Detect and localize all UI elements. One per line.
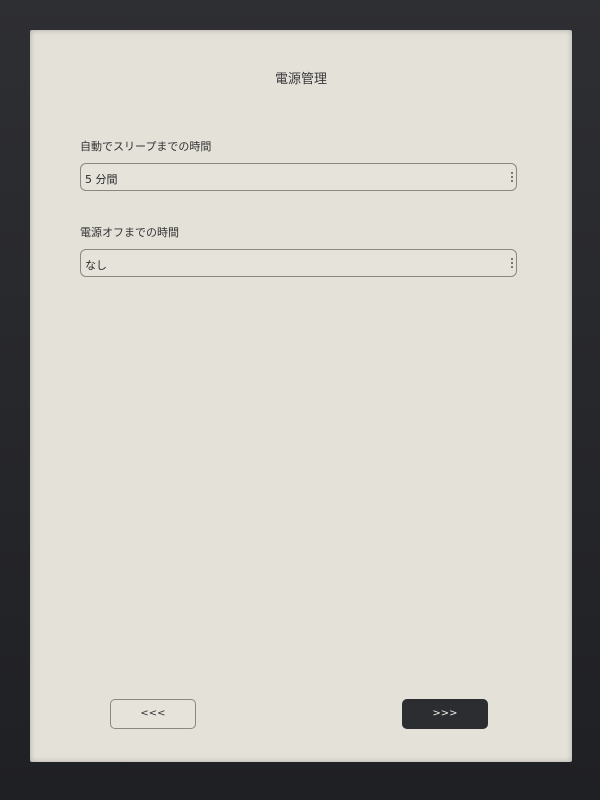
next-button[interactable]: >>> xyxy=(402,699,488,729)
power-off-timeout-select[interactable]: なし xyxy=(80,249,517,277)
sleep-timeout-label: 自動でスリープまでの時間 xyxy=(80,140,212,153)
device-screen: 電源管理 自動でスリープまでの時間 5 分間 電源オフまでの時間 なし <<< … xyxy=(30,30,572,762)
power-off-timeout-label: 電源オフまでの時間 xyxy=(80,226,179,239)
page-title: 電源管理 xyxy=(274,72,327,87)
kebab-icon xyxy=(510,256,514,272)
back-button[interactable]: <<< xyxy=(110,699,196,729)
power-off-timeout-value: なし xyxy=(85,259,107,272)
device-bezel: 電源管理 自動でスリープまでの時間 5 分間 電源オフまでの時間 なし <<< … xyxy=(0,0,600,800)
sleep-timeout-select[interactable]: 5 分間 xyxy=(80,163,517,191)
kebab-icon xyxy=(510,170,514,186)
sleep-timeout-value: 5 分間 xyxy=(85,173,118,186)
